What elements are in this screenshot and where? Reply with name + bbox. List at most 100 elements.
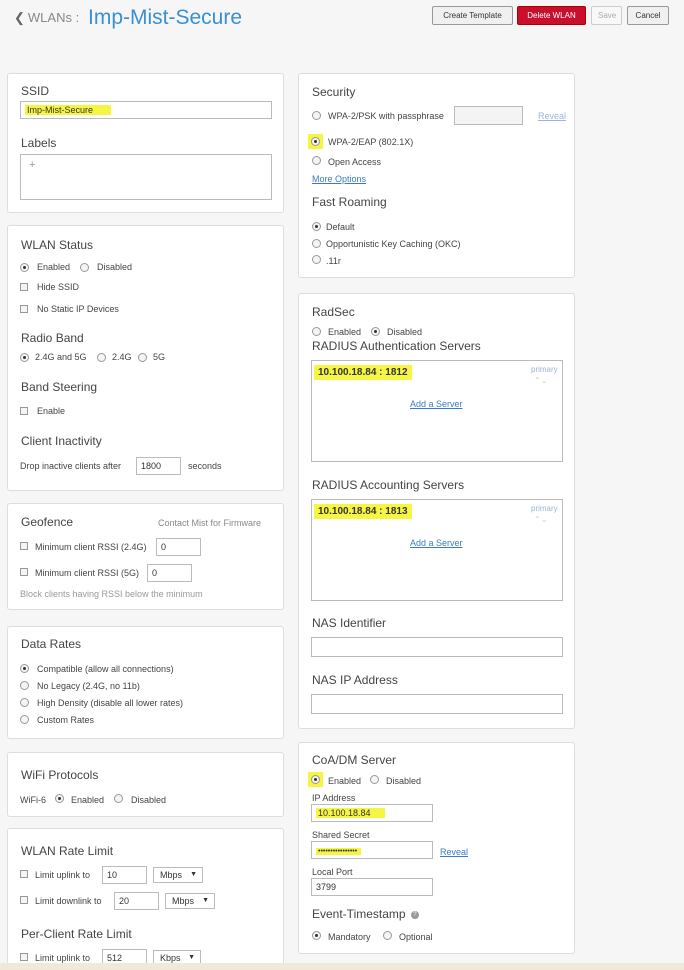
status-disabled-label: Disabled	[97, 262, 133, 272]
coa-secret-input[interactable]: ••••••••••••••••	[311, 841, 433, 859]
radsec-enabled-label: Enabled	[328, 327, 362, 337]
nas-ip-input[interactable]	[311, 694, 563, 714]
ssid-card: SSID Imp-Mist-Secure Labels +	[7, 73, 284, 213]
cancel-button[interactable]: Cancel	[627, 6, 669, 25]
wifi-protocols-title: WiFi Protocols	[21, 768, 99, 782]
band-24-radio[interactable]	[97, 353, 106, 362]
drop-inactive-input[interactable]: 1800	[136, 457, 181, 475]
coa-ip-input[interactable]: 10.100.18.84	[311, 804, 433, 822]
no-static-ip-checkbox[interactable]	[20, 305, 28, 313]
contact-mist-label: Contact Mist for Firmware	[158, 518, 262, 528]
reorder-arrows-icon[interactable]: ⌃⌄	[534, 376, 547, 385]
breadcrumb-back[interactable]: ❮ WLANs :	[14, 10, 79, 26]
auth-servers-title: RADIUS Authentication Servers	[312, 339, 481, 353]
uplink-input[interactable]: 10	[102, 866, 147, 884]
radsec-enabled-radio[interactable]	[312, 327, 321, 336]
rssi24-checkbox[interactable]	[20, 542, 28, 550]
radsec-disabled-radio[interactable]	[371, 327, 380, 336]
psk-radio[interactable]	[312, 111, 321, 120]
optional-radio[interactable]	[383, 931, 392, 940]
pc-uplink-checkbox[interactable]	[20, 953, 28, 961]
auth-primary-label: primary	[531, 365, 558, 374]
status-enabled-radio[interactable]	[20, 263, 29, 272]
hide-ssid-label: Hide SSID	[37, 282, 80, 292]
downlink-unit-select[interactable]: Mbps ▼	[165, 893, 215, 909]
fr-11r-radio[interactable]	[312, 255, 321, 264]
acct-servers-box: 10.100.18.84 : 1813 primary ⌃⌄ Add a Ser…	[311, 499, 563, 601]
coa-disabled-radio[interactable]	[370, 775, 379, 784]
auth-servers-box: 10.100.18.84 : 1812 primary ⌃⌄ Add a Ser…	[311, 360, 563, 462]
downlink-checkbox[interactable]	[20, 896, 28, 904]
hide-ssid-checkbox[interactable]	[20, 283, 28, 291]
downlink-input[interactable]: 20	[114, 892, 159, 910]
open-access-label: Open Access	[328, 157, 382, 167]
uplink-unit-select[interactable]: Mbps ▼	[153, 867, 203, 883]
auth-server-entry[interactable]: 10.100.18.84 : 1812	[314, 365, 412, 380]
data-rates-title: Data Rates	[21, 637, 82, 651]
delete-wlan-button[interactable]: Delete WLAN	[517, 6, 586, 25]
coa-port-label: Local Port	[312, 867, 353, 877]
fr-default-radio[interactable]	[312, 222, 321, 231]
wifi6-enabled-label: Enabled	[71, 795, 105, 805]
geofence-title: Geofence	[21, 515, 74, 529]
chevron-left-icon: ❮	[14, 10, 25, 25]
acct-server-entry[interactable]: 10.100.18.84 : 1813	[314, 504, 412, 519]
breadcrumb-wlans[interactable]: WLANs :	[28, 10, 79, 25]
open-access-radio[interactable]	[312, 156, 321, 165]
band-5-label: 5G	[153, 352, 166, 362]
band-steering-checkbox[interactable]	[20, 407, 28, 415]
drop-inactive-label: Drop inactive clients after	[20, 461, 122, 471]
wifi6-disabled-radio[interactable]	[114, 794, 123, 803]
status-disabled-radio[interactable]	[80, 263, 89, 272]
rssi5-checkbox[interactable]	[20, 568, 28, 576]
uplink-checkbox[interactable]	[20, 870, 28, 878]
more-options-link[interactable]: More Options	[312, 174, 366, 184]
rate-custom-radio[interactable]	[20, 715, 29, 724]
rssi5-input[interactable]: 0	[147, 564, 192, 582]
labels-input[interactable]: +	[20, 154, 272, 200]
client-inactivity-title: Client Inactivity	[21, 434, 102, 448]
reorder-arrows-icon[interactable]: ⌃⌄	[534, 515, 547, 524]
radsec-disabled-label: Disabled	[387, 327, 423, 337]
add-label-icon[interactable]: +	[29, 159, 35, 171]
auth-add-server-link[interactable]: Add a Server	[410, 399, 463, 409]
band-both-radio[interactable]	[20, 353, 29, 362]
status-enabled-label: Enabled	[37, 262, 71, 272]
coa-disabled-label: Disabled	[386, 776, 422, 786]
mandatory-radio[interactable]	[312, 931, 321, 940]
coa-port-input[interactable]: 3799	[311, 878, 433, 896]
caret-down-icon: ▼	[190, 871, 197, 878]
band-steering-title: Band Steering	[21, 380, 98, 394]
psk-passphrase-input[interactable]	[454, 106, 523, 125]
ssid-input[interactable]: Imp-Mist-Secure	[20, 101, 272, 119]
band-5-radio[interactable]	[138, 353, 147, 362]
band-24-label: 2.4G	[112, 352, 132, 362]
eap-radio[interactable]	[311, 137, 320, 146]
rssi24-input[interactable]: 0	[156, 538, 201, 556]
rate-high-density-radio[interactable]	[20, 698, 29, 707]
rate-compatible-radio[interactable]	[20, 664, 29, 673]
fr-okc-radio[interactable]	[312, 239, 321, 248]
downlink-unit-value: Mbps	[172, 896, 195, 906]
rssi5-label: Minimum client RSSI (5G)	[35, 568, 140, 578]
acct-servers-title: RADIUS Accounting Servers	[312, 478, 465, 492]
ssid-value: Imp-Mist-Secure	[25, 105, 112, 115]
wlan-status-title: WLAN Status	[21, 238, 94, 252]
nas-ip-title: NAS IP Address	[312, 673, 398, 687]
coa-secret-reveal-link[interactable]: Reveal	[440, 847, 468, 857]
rate-no-legacy-radio[interactable]	[20, 681, 29, 690]
psk-reveal-link[interactable]: Reveal	[538, 111, 566, 121]
coa-ip-label: IP Address	[312, 793, 356, 803]
wifi6-enabled-radio[interactable]	[55, 794, 64, 803]
page-title: Imp-Mist-Secure	[88, 6, 243, 29]
help-icon[interactable]: ?	[410, 910, 419, 919]
create-template-button[interactable]: Create Template	[432, 6, 513, 25]
nas-id-input[interactable]	[311, 637, 563, 657]
drop-inactive-unit: seconds	[188, 461, 222, 471]
radio-band-title: Radio Band	[21, 331, 84, 345]
per-client-title: Per-Client Rate Limit	[21, 927, 132, 941]
optional-label: Optional	[399, 932, 433, 942]
acct-add-server-link[interactable]: Add a Server	[410, 538, 463, 548]
coa-enabled-radio[interactable]	[311, 775, 320, 784]
save-button[interactable]: Save	[591, 6, 622, 25]
